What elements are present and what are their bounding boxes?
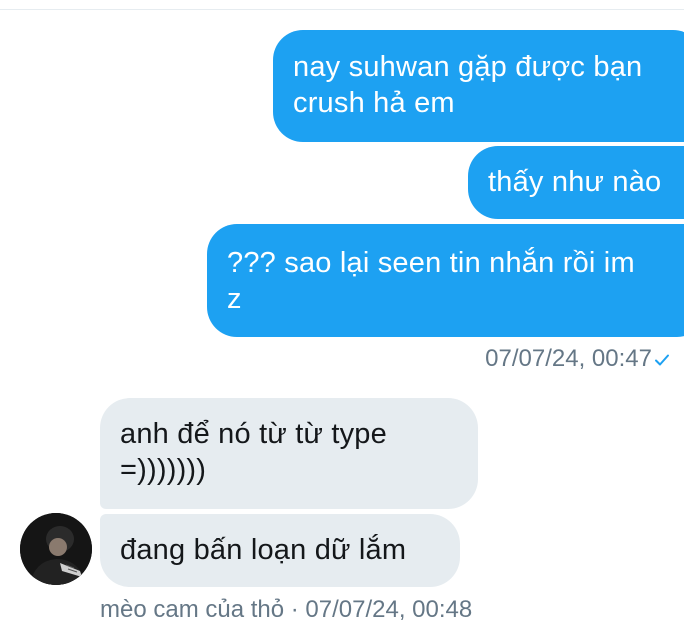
header-divider: [0, 9, 684, 10]
sent-timestamp-row: 07/07/24, 00:47: [485, 345, 670, 375]
sent-message-bubble[interactable]: ??? sao lại seen tin nhắn rồi im z: [207, 224, 684, 337]
dm-conversation: nay suhwan gặp được bạn crush hả em thấy…: [0, 0, 684, 630]
sent-message-bubble[interactable]: nay suhwan gặp được bạn crush hả em: [273, 30, 684, 142]
sent-message-bubble[interactable]: thấy như nào: [468, 146, 684, 219]
received-message-bubble[interactable]: anh để nó từ từ type =))))))): [100, 398, 478, 509]
avatar[interactable]: [20, 513, 92, 585]
received-sender-timestamp: mèo cam của thỏ · 07/07/24, 00:48: [100, 596, 473, 623]
sent-timestamp: 07/07/24, 00:47: [485, 345, 652, 372]
received-message-bubble[interactable]: đang bấn loạn dữ lắm: [100, 514, 460, 587]
check-icon: [654, 347, 670, 375]
